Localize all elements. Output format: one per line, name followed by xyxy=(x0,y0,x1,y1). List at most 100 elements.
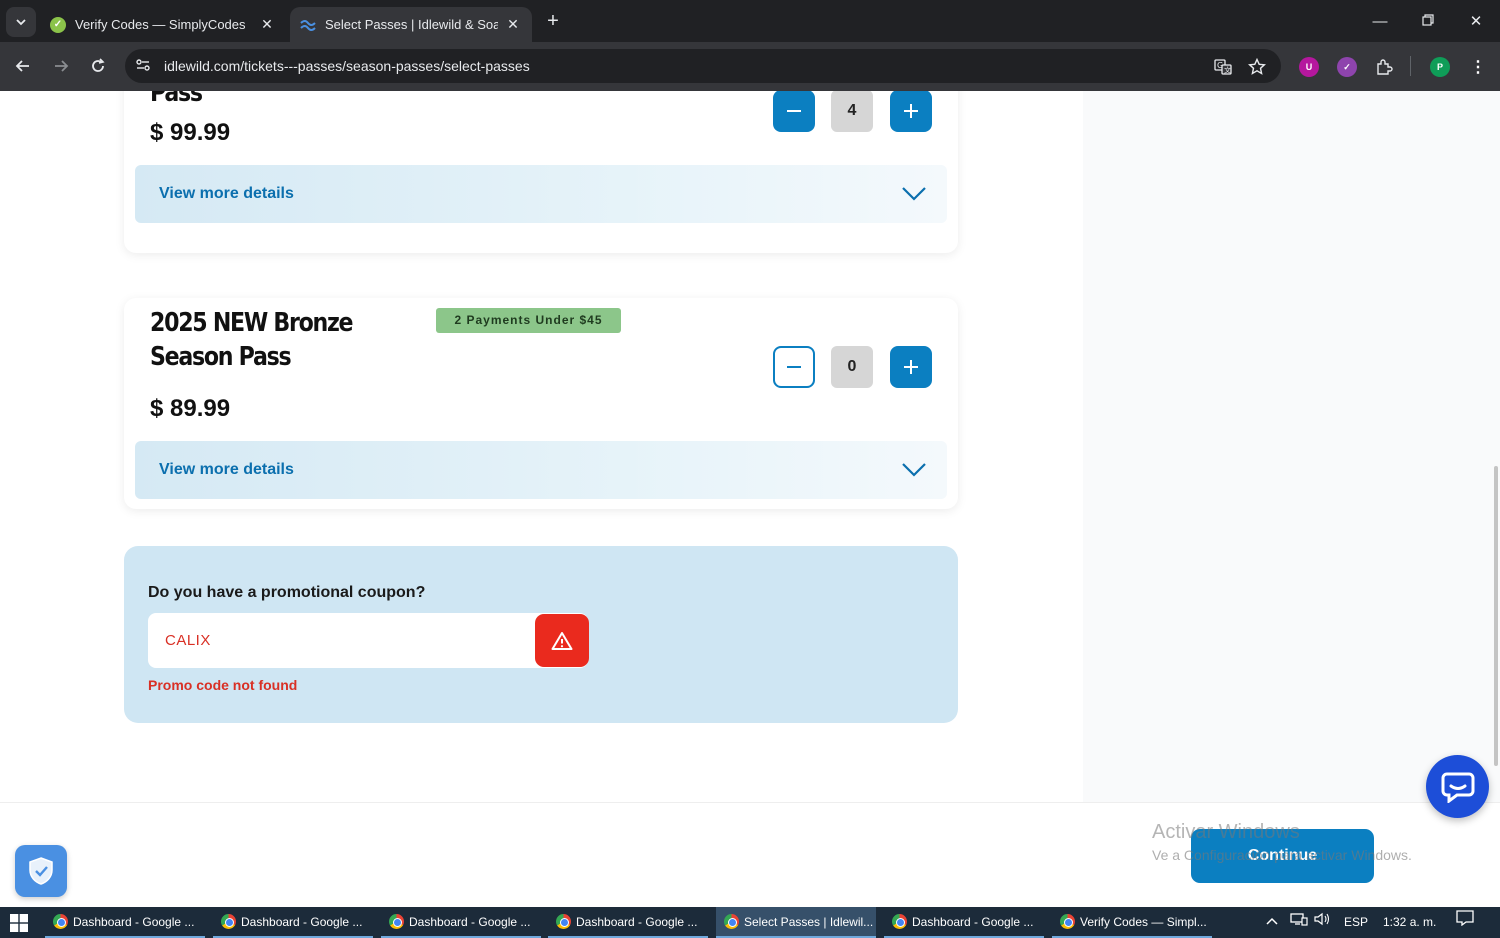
notifications-icon[interactable] xyxy=(1456,907,1474,938)
page-content: Pass $ 99.99 4 View more details 2025 NE… xyxy=(0,91,1500,802)
toolbar-divider xyxy=(1410,56,1411,76)
quantity-value: 4 xyxy=(831,91,873,132)
volume-icon[interactable] xyxy=(1313,907,1331,938)
order-summary-panel xyxy=(1083,91,1500,802)
minus-icon xyxy=(787,366,801,368)
bookmark-star-icon[interactable] xyxy=(1247,57,1267,77)
decrease-quantity-button[interactable] xyxy=(773,91,815,132)
view-more-details-toggle[interactable]: View more details xyxy=(135,165,947,223)
view-more-details-label: View more details xyxy=(159,461,294,478)
taskbar-item-verify-codes[interactable]: Verify Codes — Simpl... xyxy=(1052,907,1212,938)
quantity-stepper: 0 xyxy=(773,346,933,388)
decrease-quantity-button[interactable] xyxy=(773,346,815,388)
plus-icon xyxy=(904,104,918,118)
minimize-window-button[interactable]: — xyxy=(1366,8,1394,36)
close-tab-icon[interactable]: ✕ xyxy=(258,16,276,33)
idlewild-favicon-icon xyxy=(300,17,316,33)
tab-title: Select Passes | Idlewild & SoakZone xyxy=(325,17,498,32)
warning-icon xyxy=(551,631,573,650)
chat-bubble-icon xyxy=(1441,772,1474,803)
ublock-extension-icon[interactable]: U xyxy=(1299,57,1319,77)
chevron-down-icon xyxy=(16,19,26,26)
url-text: idlewild.com/tickets---passes/season-pas… xyxy=(164,58,530,74)
chevron-down-icon xyxy=(902,463,926,477)
pass-name: 2025 NEW Bronze Season Pass xyxy=(150,308,354,372)
simplycodes-extension-icon[interactable]: ✓ xyxy=(1337,57,1357,77)
tab-select-passes[interactable]: Select Passes | Idlewild & SoakZone ✕ xyxy=(290,7,532,42)
taskbar-item-dashboard[interactable]: Dashboard - Google ... xyxy=(381,907,541,938)
windows-activation-title: Activar Windows xyxy=(1152,821,1300,843)
chevron-down-icon xyxy=(902,187,926,201)
taskbar-item-label: Dashboard - Google ... xyxy=(576,914,698,929)
svg-text:文: 文 xyxy=(1224,66,1231,75)
chrome-icon xyxy=(53,914,68,929)
promo-coupon-section: Do you have a promotional coupon? CALIX … xyxy=(124,546,958,723)
arrow-right-icon xyxy=(55,60,69,72)
pass-card-2: 2025 NEW Bronze Season Pass 2 Payments U… xyxy=(124,298,958,509)
taskbar-item-select-passes[interactable]: Select Passes | Idlewil... xyxy=(716,907,876,938)
show-hidden-icons-button[interactable] xyxy=(1266,907,1278,938)
view-more-details-label: View more details xyxy=(159,185,294,202)
privacy-shield-button[interactable] xyxy=(15,845,67,897)
live-chat-button[interactable] xyxy=(1426,755,1489,818)
profile-initial: P xyxy=(1436,62,1443,72)
taskbar-item-label: Dashboard - Google ... xyxy=(409,914,531,929)
network-icon[interactable] xyxy=(1290,907,1308,938)
reload-button[interactable] xyxy=(84,52,112,80)
minus-icon xyxy=(787,110,801,112)
extensions-puzzle-icon[interactable] xyxy=(1374,57,1394,77)
translate-icon[interactable]: G文 xyxy=(1213,57,1233,77)
reload-icon xyxy=(92,58,105,72)
profile-avatar[interactable]: P xyxy=(1430,57,1450,77)
restore-window-button[interactable] xyxy=(1414,8,1442,36)
browser-toolbar: idlewild.com/tickets---passes/season-pas… xyxy=(0,42,1500,91)
address-bar[interactable]: idlewild.com/tickets---passes/season-pas… xyxy=(125,49,1281,83)
browser-tab-bar: ✓ Verify Codes — SimplyCodes ✕ Select Pa… xyxy=(0,0,1500,42)
taskbar-item-label: Select Passes | Idlewil... xyxy=(744,914,874,929)
taskbar-item-dashboard[interactable]: Dashboard - Google ... xyxy=(548,907,708,938)
site-settings-icon[interactable] xyxy=(135,57,151,73)
windows-activation-subtitle: Ve a Configuración para activar Windows. xyxy=(1152,847,1412,863)
quantity-stepper: 4 xyxy=(773,91,933,132)
taskbar-item-label: Dashboard - Google ... xyxy=(241,914,363,929)
promo-question: Do you have a promotional coupon? xyxy=(148,584,426,601)
promo-error-button[interactable] xyxy=(535,614,589,667)
close-window-button[interactable]: ✕ xyxy=(1462,8,1490,36)
back-button[interactable] xyxy=(9,52,37,80)
windows-taskbar: Dashboard - Google ... Dashboard - Googl… xyxy=(0,907,1500,938)
tab-verify-codes[interactable]: ✓ Verify Codes — SimplyCodes ✕ xyxy=(40,7,286,42)
windows-start-button[interactable] xyxy=(0,907,38,938)
increase-quantity-button[interactable] xyxy=(890,91,932,132)
promo-code-value: CALIX xyxy=(165,632,211,649)
taskbar-item-dashboard[interactable]: Dashboard - Google ... xyxy=(884,907,1044,938)
chrome-icon xyxy=(556,914,571,929)
simplycodes-favicon-icon: ✓ xyxy=(50,16,66,33)
chrome-icon xyxy=(892,914,907,929)
promo-error-message: Promo code not found xyxy=(148,677,298,693)
close-tab-icon[interactable]: ✕ xyxy=(504,16,522,33)
forward-button[interactable] xyxy=(47,52,75,80)
browser-menu-icon[interactable]: ⋮ xyxy=(1468,57,1488,77)
new-tab-button[interactable]: + xyxy=(541,9,565,33)
chrome-icon xyxy=(1060,914,1075,929)
bottom-action-bar: Continue Activar Windows Ve a Configurac… xyxy=(0,802,1500,907)
tab-search-button[interactable] xyxy=(6,7,36,37)
input-language[interactable]: ESP xyxy=(1344,907,1368,938)
tab-title: Verify Codes — SimplyCodes xyxy=(75,17,246,32)
shield-check-icon xyxy=(29,857,53,885)
chrome-icon xyxy=(724,914,739,929)
view-more-details-toggle[interactable]: View more details xyxy=(135,441,947,499)
chrome-icon xyxy=(221,914,236,929)
page-scrollbar[interactable] xyxy=(1494,466,1498,766)
pass-card-1: Pass $ 99.99 4 View more details xyxy=(124,91,958,253)
increase-quantity-button[interactable] xyxy=(890,346,932,388)
promo-code-input[interactable]: CALIX xyxy=(148,613,588,668)
ublock-label: U xyxy=(1305,62,1313,72)
pass-price: $ 99.99 xyxy=(150,119,231,146)
taskbar-item-label: Verify Codes — Simpl... xyxy=(1080,914,1207,929)
quantity-value: 0 xyxy=(831,346,873,388)
taskbar-item-dashboard[interactable]: Dashboard - Google ... xyxy=(45,907,205,938)
taskbar-item-dashboard[interactable]: Dashboard - Google ... xyxy=(213,907,373,938)
system-clock[interactable]: 1:32 a. m. xyxy=(1383,907,1436,938)
pass-price: $ 89.99 xyxy=(150,395,231,422)
